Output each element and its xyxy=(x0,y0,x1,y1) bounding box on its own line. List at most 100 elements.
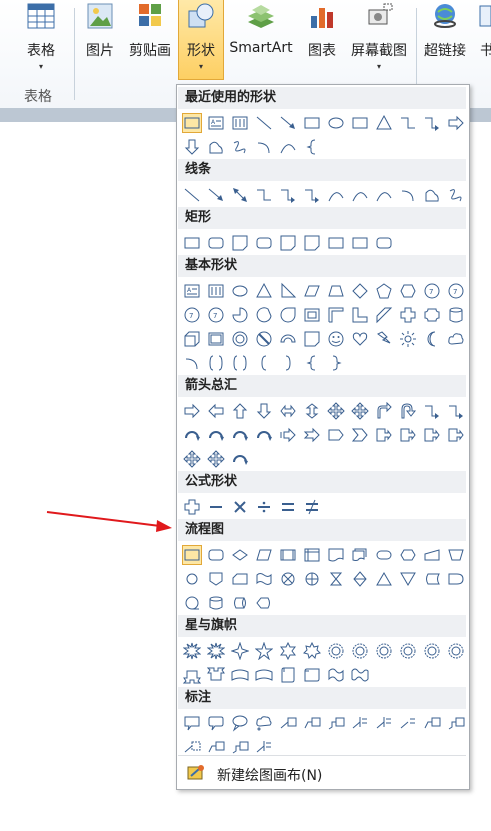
basic-can-shape-icon[interactable] xyxy=(447,306,465,324)
clipart-button[interactable]: 剪贴画 xyxy=(124,0,176,80)
lines-curve-shape-icon[interactable] xyxy=(351,186,369,204)
table-button[interactable]: 表格 ▾ xyxy=(14,0,68,80)
flowchart-sumjunc-shape-icon[interactable] xyxy=(279,570,297,588)
stars-starN-shape-icon[interactable] xyxy=(447,642,465,660)
new-drawing-canvas-item[interactable]: 新建绘图画布(N) xyxy=(217,765,322,785)
callouts-callDash-shape-icon[interactable] xyxy=(183,738,201,756)
basic-brace-shape-icon[interactable] xyxy=(303,354,321,372)
stars-starN-shape-icon[interactable] xyxy=(399,642,417,660)
shapes-button[interactable]: 形状 ▾ xyxy=(178,0,224,80)
arrows-bent-shape-icon[interactable] xyxy=(375,402,393,420)
recent-text-shape-icon[interactable]: A xyxy=(207,114,225,132)
hyperlink-button[interactable]: 超链接 xyxy=(420,0,470,80)
smartart-button[interactable]: SmartArt xyxy=(228,0,294,80)
flowchart-process-shape-icon[interactable] xyxy=(182,545,202,565)
arrows-calloutR-shape-icon[interactable] xyxy=(399,426,417,444)
arrows-stripe-shape-icon[interactable] xyxy=(279,426,297,444)
stars-vscroll-shape-icon[interactable] xyxy=(279,666,297,684)
stars-curvedRibbon-shape-icon[interactable] xyxy=(255,666,273,684)
flowchart-collate-shape-icon[interactable] xyxy=(327,570,345,588)
stars-burst-shape-icon[interactable] xyxy=(183,642,201,660)
basic-heart-shape-icon[interactable] xyxy=(351,330,369,348)
arrows-uturn-shape-icon[interactable] xyxy=(399,402,417,420)
callouts-callCloud-shape-icon[interactable] xyxy=(255,714,273,732)
stars-starN-shape-icon[interactable] xyxy=(375,642,393,660)
flowchart-delay-shape-icon[interactable] xyxy=(447,570,465,588)
flowchart-data-shape-icon[interactable] xyxy=(255,546,273,564)
recent-scribble-shape-icon[interactable] xyxy=(231,138,249,156)
lines-curve-shape-icon[interactable] xyxy=(375,186,393,204)
basic-bevel-shape-icon[interactable] xyxy=(207,330,225,348)
stars-star7-shape-icon[interactable] xyxy=(303,642,321,660)
basic-noSym-shape-icon[interactable] xyxy=(255,330,273,348)
basic-halfframe-shape-icon[interactable] xyxy=(327,306,345,324)
recent-arc-shape-icon[interactable] xyxy=(255,138,273,156)
stars-burst-shape-icon[interactable] xyxy=(207,642,225,660)
basic-blockarc-shape-icon[interactable] xyxy=(279,330,297,348)
basic-plus-shape-icon[interactable] xyxy=(399,306,417,324)
lines-elbowarrow-shape-icon[interactable] xyxy=(303,186,321,204)
equation-plus-shape-icon[interactable] xyxy=(183,498,201,516)
arrows-calloutR-shape-icon[interactable] xyxy=(447,426,465,444)
lines-dblarrow-shape-icon[interactable] xyxy=(231,186,249,204)
basic-cube-shape-icon[interactable] xyxy=(183,330,201,348)
flowchart-directaccess-shape-icon[interactable] xyxy=(231,594,249,612)
flowchart-prep-shape-icon[interactable] xyxy=(399,546,417,564)
arrows-udarrow-shape-icon[interactable] xyxy=(303,402,321,420)
basic-diamond-shape-icon[interactable] xyxy=(351,282,369,300)
callouts-callLine3-shape-icon[interactable] xyxy=(447,714,465,732)
flowchart-tape-shape-icon[interactable] xyxy=(255,570,273,588)
stars-curvedRibbon-shape-icon[interactable] xyxy=(231,666,249,684)
arrows-quad-shape-icon[interactable] xyxy=(351,402,369,420)
recent-ellipse-shape-icon[interactable] xyxy=(327,114,345,132)
flowchart-sort-shape-icon[interactable] xyxy=(351,570,369,588)
basic-num-shape-icon[interactable]: 7 xyxy=(207,306,225,324)
basic-pent-shape-icon[interactable] xyxy=(375,282,393,300)
recent-line-shape-icon[interactable] xyxy=(255,114,273,132)
basic-sun-shape-icon[interactable] xyxy=(399,330,417,348)
basic-dblbrace-shape-icon[interactable] xyxy=(207,354,225,372)
callouts-callOval-shape-icon[interactable] xyxy=(231,714,249,732)
callouts-callRRect-shape-icon[interactable] xyxy=(207,714,225,732)
basic-hex-shape-icon[interactable] xyxy=(399,282,417,300)
callouts-callAccent-shape-icon[interactable] xyxy=(375,714,393,732)
arrows-lrarrow-shape-icon[interactable] xyxy=(279,402,297,420)
callouts-callNoBorder-shape-icon[interactable] xyxy=(399,714,417,732)
arrows-larrow-shape-icon[interactable] xyxy=(207,402,225,420)
arrows-quad-shape-icon[interactable] xyxy=(207,450,225,468)
basic-num-shape-icon[interactable]: 7 xyxy=(423,282,441,300)
rect-fold-shape-icon[interactable] xyxy=(279,234,297,252)
rect-fold-shape-icon[interactable] xyxy=(231,234,249,252)
lines-line-shape-icon[interactable] xyxy=(183,186,201,204)
stars-starN-shape-icon[interactable] xyxy=(327,642,345,660)
recent-elbow-shape-icon[interactable] xyxy=(399,114,417,132)
basic-num-shape-icon[interactable]: 7 xyxy=(183,306,201,324)
arrows-circArrow-shape-icon[interactable] xyxy=(183,426,201,444)
lines-scribble-shape-icon[interactable] xyxy=(447,186,465,204)
equation-div-shape-icon[interactable] xyxy=(255,498,273,516)
recent-vtext-shape-icon[interactable] xyxy=(231,114,249,132)
recent-rect-shape-icon[interactable] xyxy=(351,114,369,132)
basic-tear-shape-icon[interactable] xyxy=(279,306,297,324)
lines-arc-shape-icon[interactable] xyxy=(399,186,417,204)
basic-chord-shape-icon[interactable] xyxy=(255,306,273,324)
stars-starN-shape-icon[interactable] xyxy=(351,642,369,660)
stars-star5-shape-icon[interactable] xyxy=(255,642,273,660)
lines-arrowline-shape-icon[interactable] xyxy=(207,186,225,204)
recent-curve-shape-icon[interactable] xyxy=(279,138,297,156)
basic-cloud-shape-icon[interactable] xyxy=(447,330,465,348)
arrows-notch-shape-icon[interactable] xyxy=(303,426,321,444)
basic-donut-shape-icon[interactable] xyxy=(231,330,249,348)
basic-trap-shape-icon[interactable] xyxy=(327,282,345,300)
arrows-pentarrow-shape-icon[interactable] xyxy=(327,426,345,444)
flowchart-offpage-shape-icon[interactable] xyxy=(207,570,225,588)
recent-elbowarrow-shape-icon[interactable] xyxy=(423,114,441,132)
stars-ribbonUp-shape-icon[interactable] xyxy=(183,666,201,684)
callouts-callLine2-shape-icon[interactable] xyxy=(303,714,321,732)
basic-arc-shape-icon[interactable] xyxy=(183,354,201,372)
flowchart-display-shape-icon[interactable] xyxy=(255,594,273,612)
flowchart-internal-shape-icon[interactable] xyxy=(303,546,321,564)
basic-smiley-shape-icon[interactable] xyxy=(327,330,345,348)
basic-diagstripe-shape-icon[interactable] xyxy=(375,306,393,324)
flowchart-predef-shape-icon[interactable] xyxy=(279,546,297,564)
